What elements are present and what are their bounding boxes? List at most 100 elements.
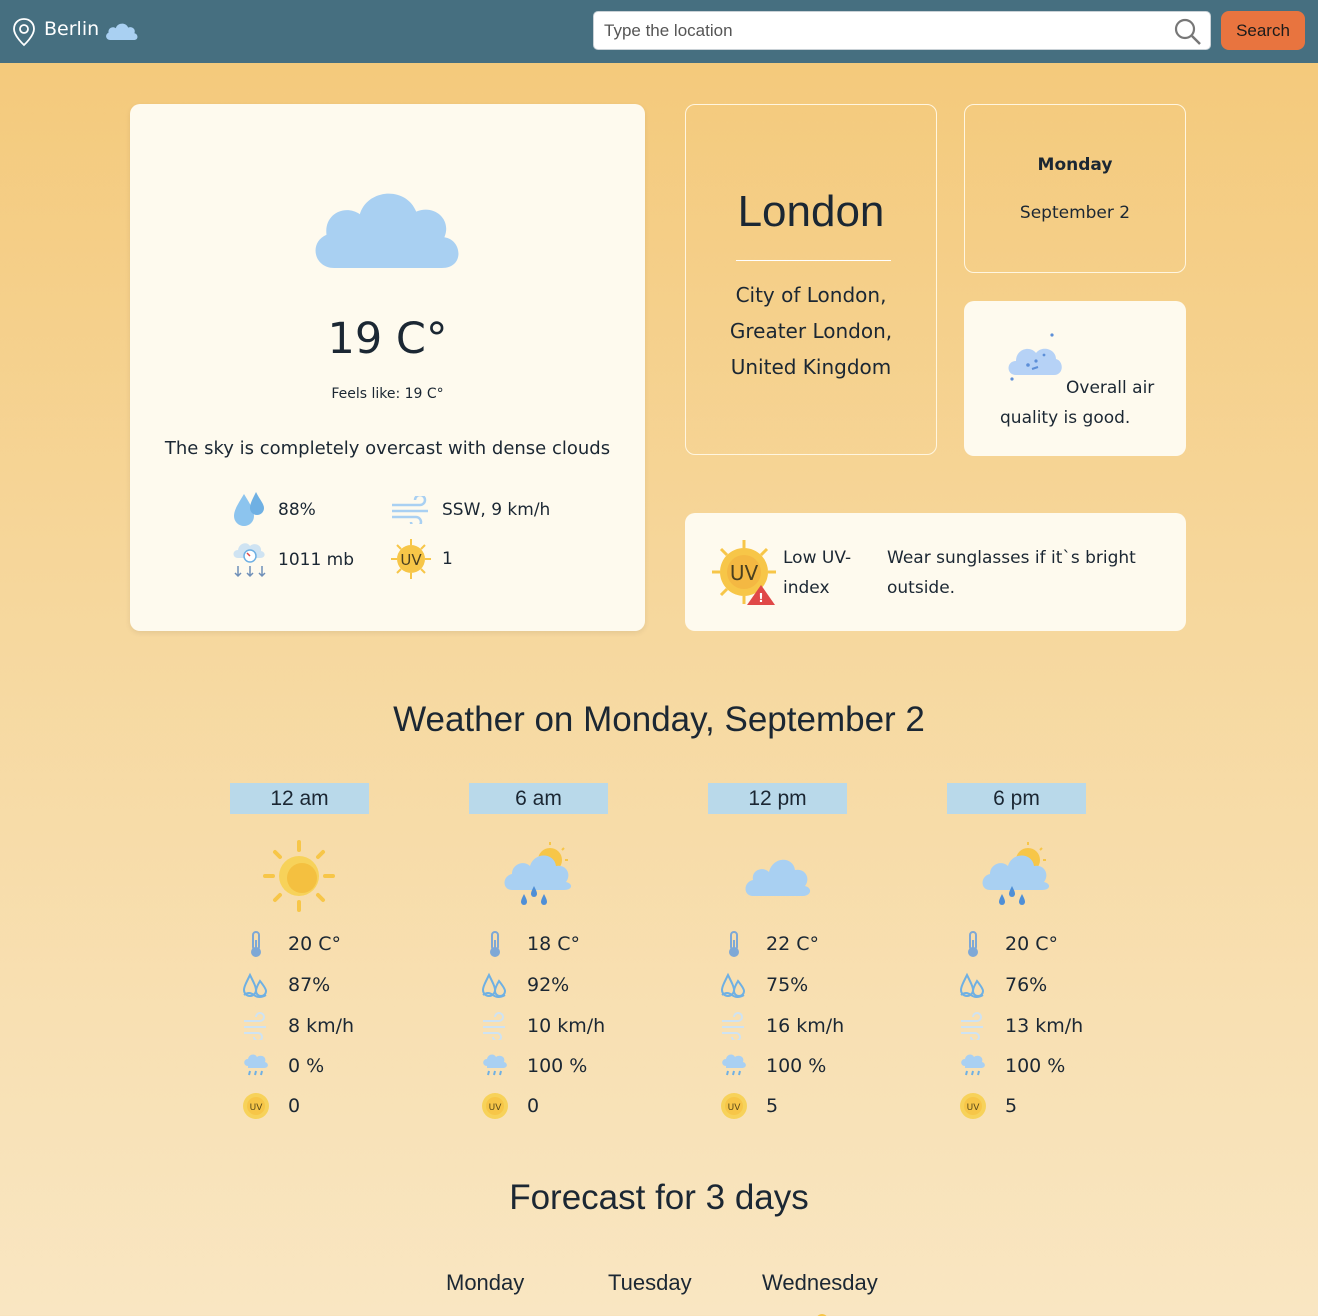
air-quality-text: Overall air quality is good.: [1000, 378, 1155, 428]
feels-like: Feels like: 19 C°: [331, 386, 444, 402]
wind-icon: [392, 496, 428, 524]
search-box: [593, 11, 1211, 50]
hour-precipitation: 0 %: [288, 1055, 325, 1077]
thermometer-icon: [250, 931, 262, 958]
hour-temperature-row: 22 C°: [720, 929, 819, 959]
date-card: Monday September 2: [964, 104, 1186, 273]
pressure-stat: 1011 mb: [232, 538, 354, 582]
forecast-heading: Forecast for 3 days: [509, 1178, 809, 1217]
wind-icon: [721, 1012, 745, 1040]
pressure-icon: [233, 543, 266, 578]
hour-wind: 10 km/h: [527, 1015, 606, 1037]
humidity-value: 88%: [278, 500, 316, 520]
hour-uv-row: 5: [720, 1091, 778, 1121]
hour-precipitation-row: 100 %: [720, 1051, 826, 1081]
hour-humidity: 76%: [1005, 974, 1048, 996]
date-value: September 2: [1019, 203, 1131, 223]
hour-humidity: 87%: [288, 974, 331, 996]
hour-temperature-row: 18 C°: [481, 929, 580, 959]
hour-label: 6 am: [469, 783, 608, 814]
uv-card: UV ! Low UV-index Wear sunglasses if it`…: [685, 513, 1186, 631]
forecast-day-tab[interactable]: Tuesday: [608, 1270, 692, 1296]
hour-wind-row: 10 km/h: [481, 1011, 605, 1041]
rain-cloud-icon: [721, 1053, 747, 1076]
cloud-icon: [315, 193, 459, 268]
uv-advice: Wear sunglasses if it`s bright outside.: [887, 548, 1136, 598]
hour-temperature-row: 20 C°: [959, 929, 1058, 959]
search-input[interactable]: [604, 12, 1164, 49]
wind-stat: SSW, 9 km/h: [390, 496, 550, 524]
hour-wind-row: 8 km/h: [242, 1011, 354, 1041]
hour-label: 12 am: [230, 783, 369, 814]
rain-cloud-icon: [960, 1053, 986, 1076]
hour-precipitation: 100 %: [766, 1055, 827, 1077]
svg-text:UV: UV: [730, 561, 759, 585]
wind-icon: [960, 1012, 984, 1040]
sun-rain-cloud-icon: [504, 842, 572, 905]
hour-wind-row: 16 km/h: [720, 1011, 844, 1041]
search-button[interactable]: Search: [1221, 11, 1305, 50]
forecast-day-tab[interactable]: Wednesday: [762, 1270, 878, 1296]
forecast-day-tab[interactable]: Monday: [446, 1270, 524, 1296]
humidity-icon: [243, 974, 267, 998]
weather-description: The sky is completely overcast with dens…: [164, 438, 611, 459]
hour-precipitation: 100 %: [527, 1055, 588, 1077]
hour-humidity-row: 76%: [959, 970, 1047, 1000]
sun-rain-cloud-icon: [982, 842, 1050, 905]
uv-icon: [243, 1093, 269, 1119]
top-bar: Berlin Search: [0, 0, 1318, 63]
uv-stat: UV 1: [390, 538, 453, 580]
hour-label: 12 pm: [708, 783, 847, 814]
hour-humidity-row: 87%: [242, 970, 330, 1000]
hour-humidity-row: 75%: [720, 970, 808, 1000]
thermometer-icon: [728, 931, 740, 958]
rain-cloud-icon: [243, 1053, 269, 1076]
uv-value: 1: [442, 549, 453, 569]
region-line: City of London,: [735, 283, 887, 307]
hour-humidity: 92%: [527, 974, 570, 996]
date-weekday: Monday: [1037, 155, 1113, 175]
wind-icon: [243, 1012, 267, 1040]
humidity-icon: [960, 974, 984, 998]
uv-icon: UV: [391, 539, 431, 579]
hour-precipitation-row: 100 %: [959, 1051, 1065, 1081]
wind-icon: [482, 1012, 506, 1040]
hour-uv-row: 0: [242, 1091, 300, 1121]
divider: [736, 260, 891, 261]
hour-uv: 0: [527, 1095, 540, 1117]
location-card: London City of London, Greater London, U…: [685, 104, 937, 455]
hour-column: 6 am 18 C° 92% 10 km/h 100 % 0: [469, 783, 629, 1123]
cloud-icon: [745, 859, 811, 896]
region-line: Greater London,: [729, 319, 893, 343]
hour-uv-row: 5: [959, 1091, 1017, 1121]
humidity-icon: [482, 974, 506, 998]
hour-uv-row: 0: [481, 1091, 539, 1121]
hour-column: 12 am 20 C° 87% 8 km/h 0 % 0: [230, 783, 390, 1123]
region-line: United Kingdom: [730, 355, 892, 379]
svg-text:UV: UV: [400, 551, 422, 569]
hour-wind: 16 km/h: [766, 1015, 845, 1037]
svg-text:!: !: [758, 591, 763, 605]
hour-label: 6 pm: [947, 783, 1086, 814]
uv-icon: [721, 1093, 747, 1119]
hour-temperature: 22 C°: [766, 933, 819, 955]
location-city: London: [737, 187, 885, 236]
hour-precipitation-row: 0 %: [242, 1051, 324, 1081]
humidity-icon: [721, 974, 745, 998]
search-icon[interactable]: [1174, 18, 1202, 46]
thermometer-icon: [967, 931, 979, 958]
day-heading: Weather on Monday, September 2: [393, 700, 925, 739]
hour-temperature-row: 20 C°: [242, 929, 341, 959]
hour-uv: 5: [766, 1095, 779, 1117]
current-weather-card: 19 C° Feels like: 19 C° The sky is compl…: [130, 104, 645, 631]
sun-icon: [263, 840, 335, 912]
sun-icon: [817, 1314, 827, 1316]
hour-uv: 0: [288, 1095, 301, 1117]
hour-temperature: 20 C°: [1005, 933, 1058, 955]
thermometer-icon: [489, 931, 501, 958]
hour-precipitation: 100 %: [1005, 1055, 1066, 1077]
location-region: City of London, Greater London, United K…: [686, 277, 936, 385]
cloud-icon: [106, 23, 138, 40]
hour-wind: 8 km/h: [288, 1015, 355, 1037]
hour-humidity-row: 92%: [481, 970, 569, 1000]
